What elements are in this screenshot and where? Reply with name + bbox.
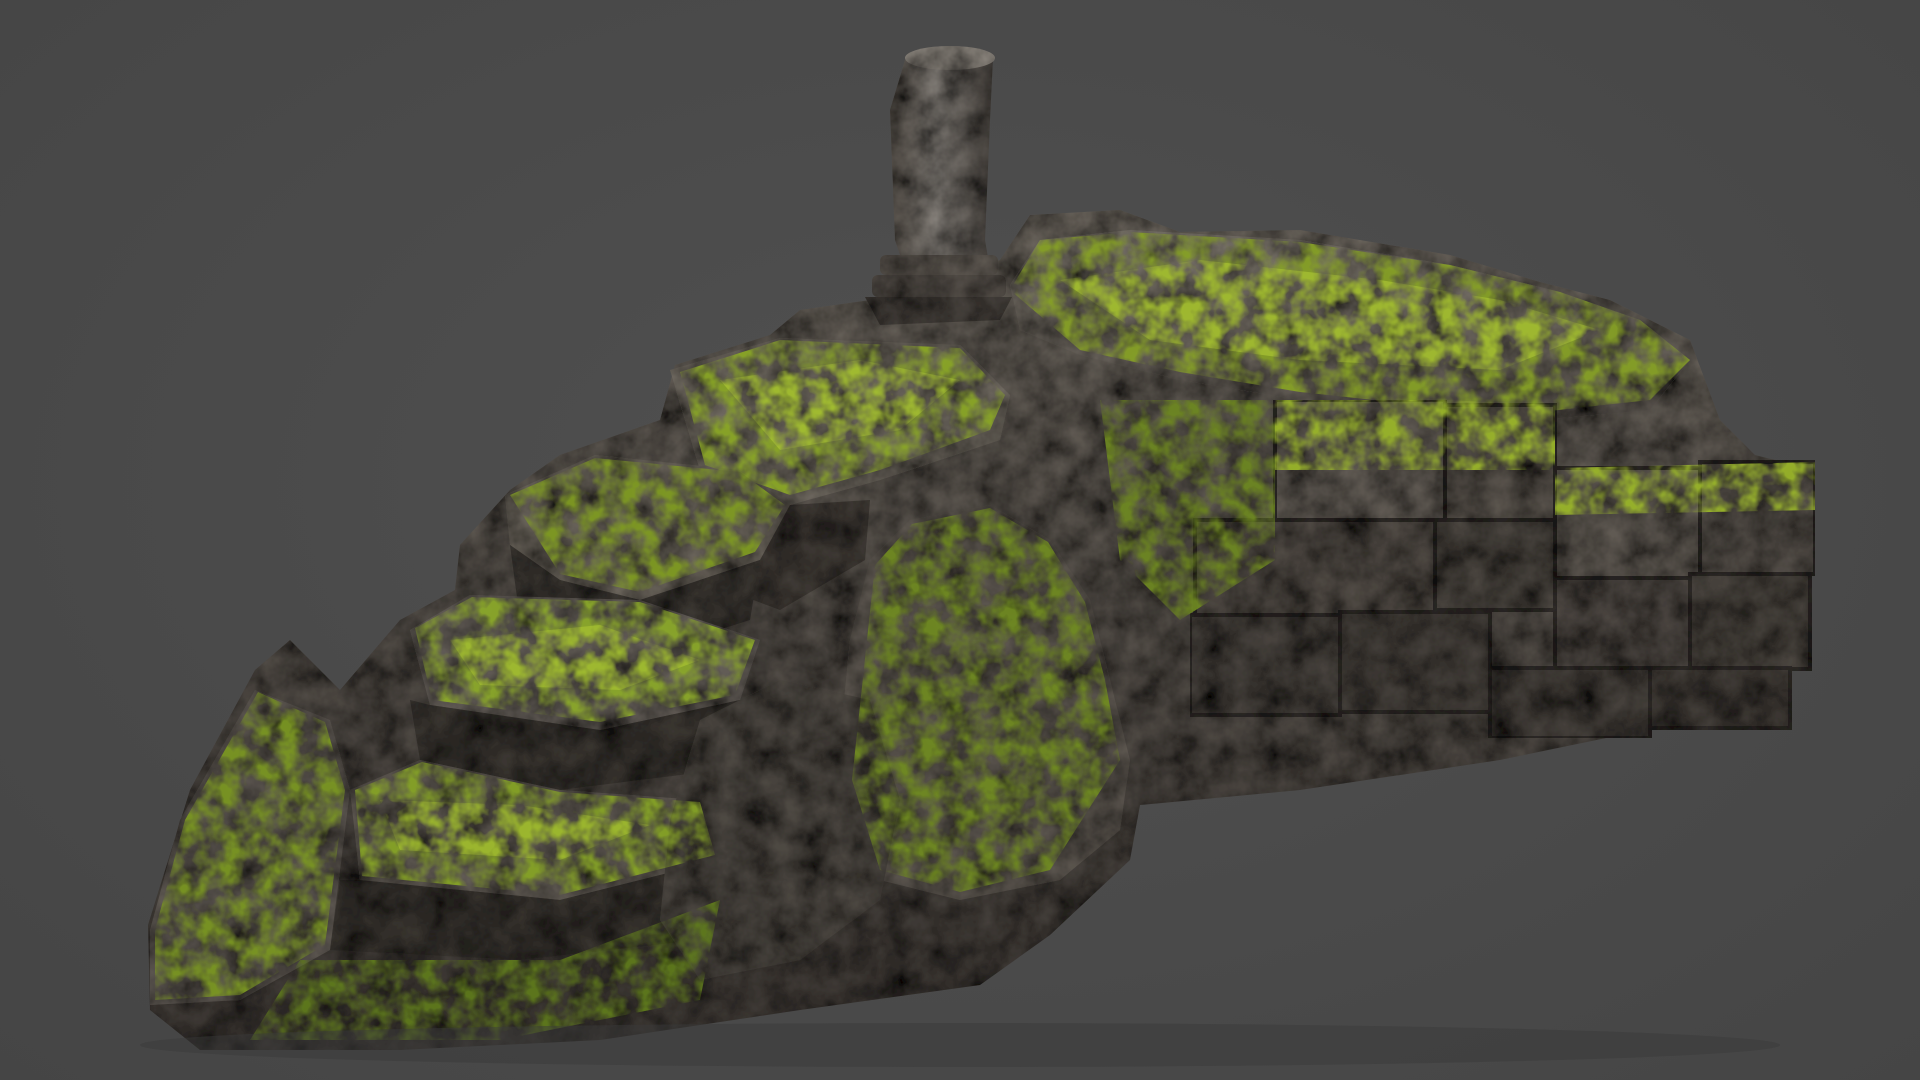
rock-ruin-render — [140, 46, 1817, 1067]
render-viewport — [0, 0, 1920, 1080]
broken-pillar — [865, 46, 1012, 325]
ground-shadow — [140, 1023, 1780, 1067]
